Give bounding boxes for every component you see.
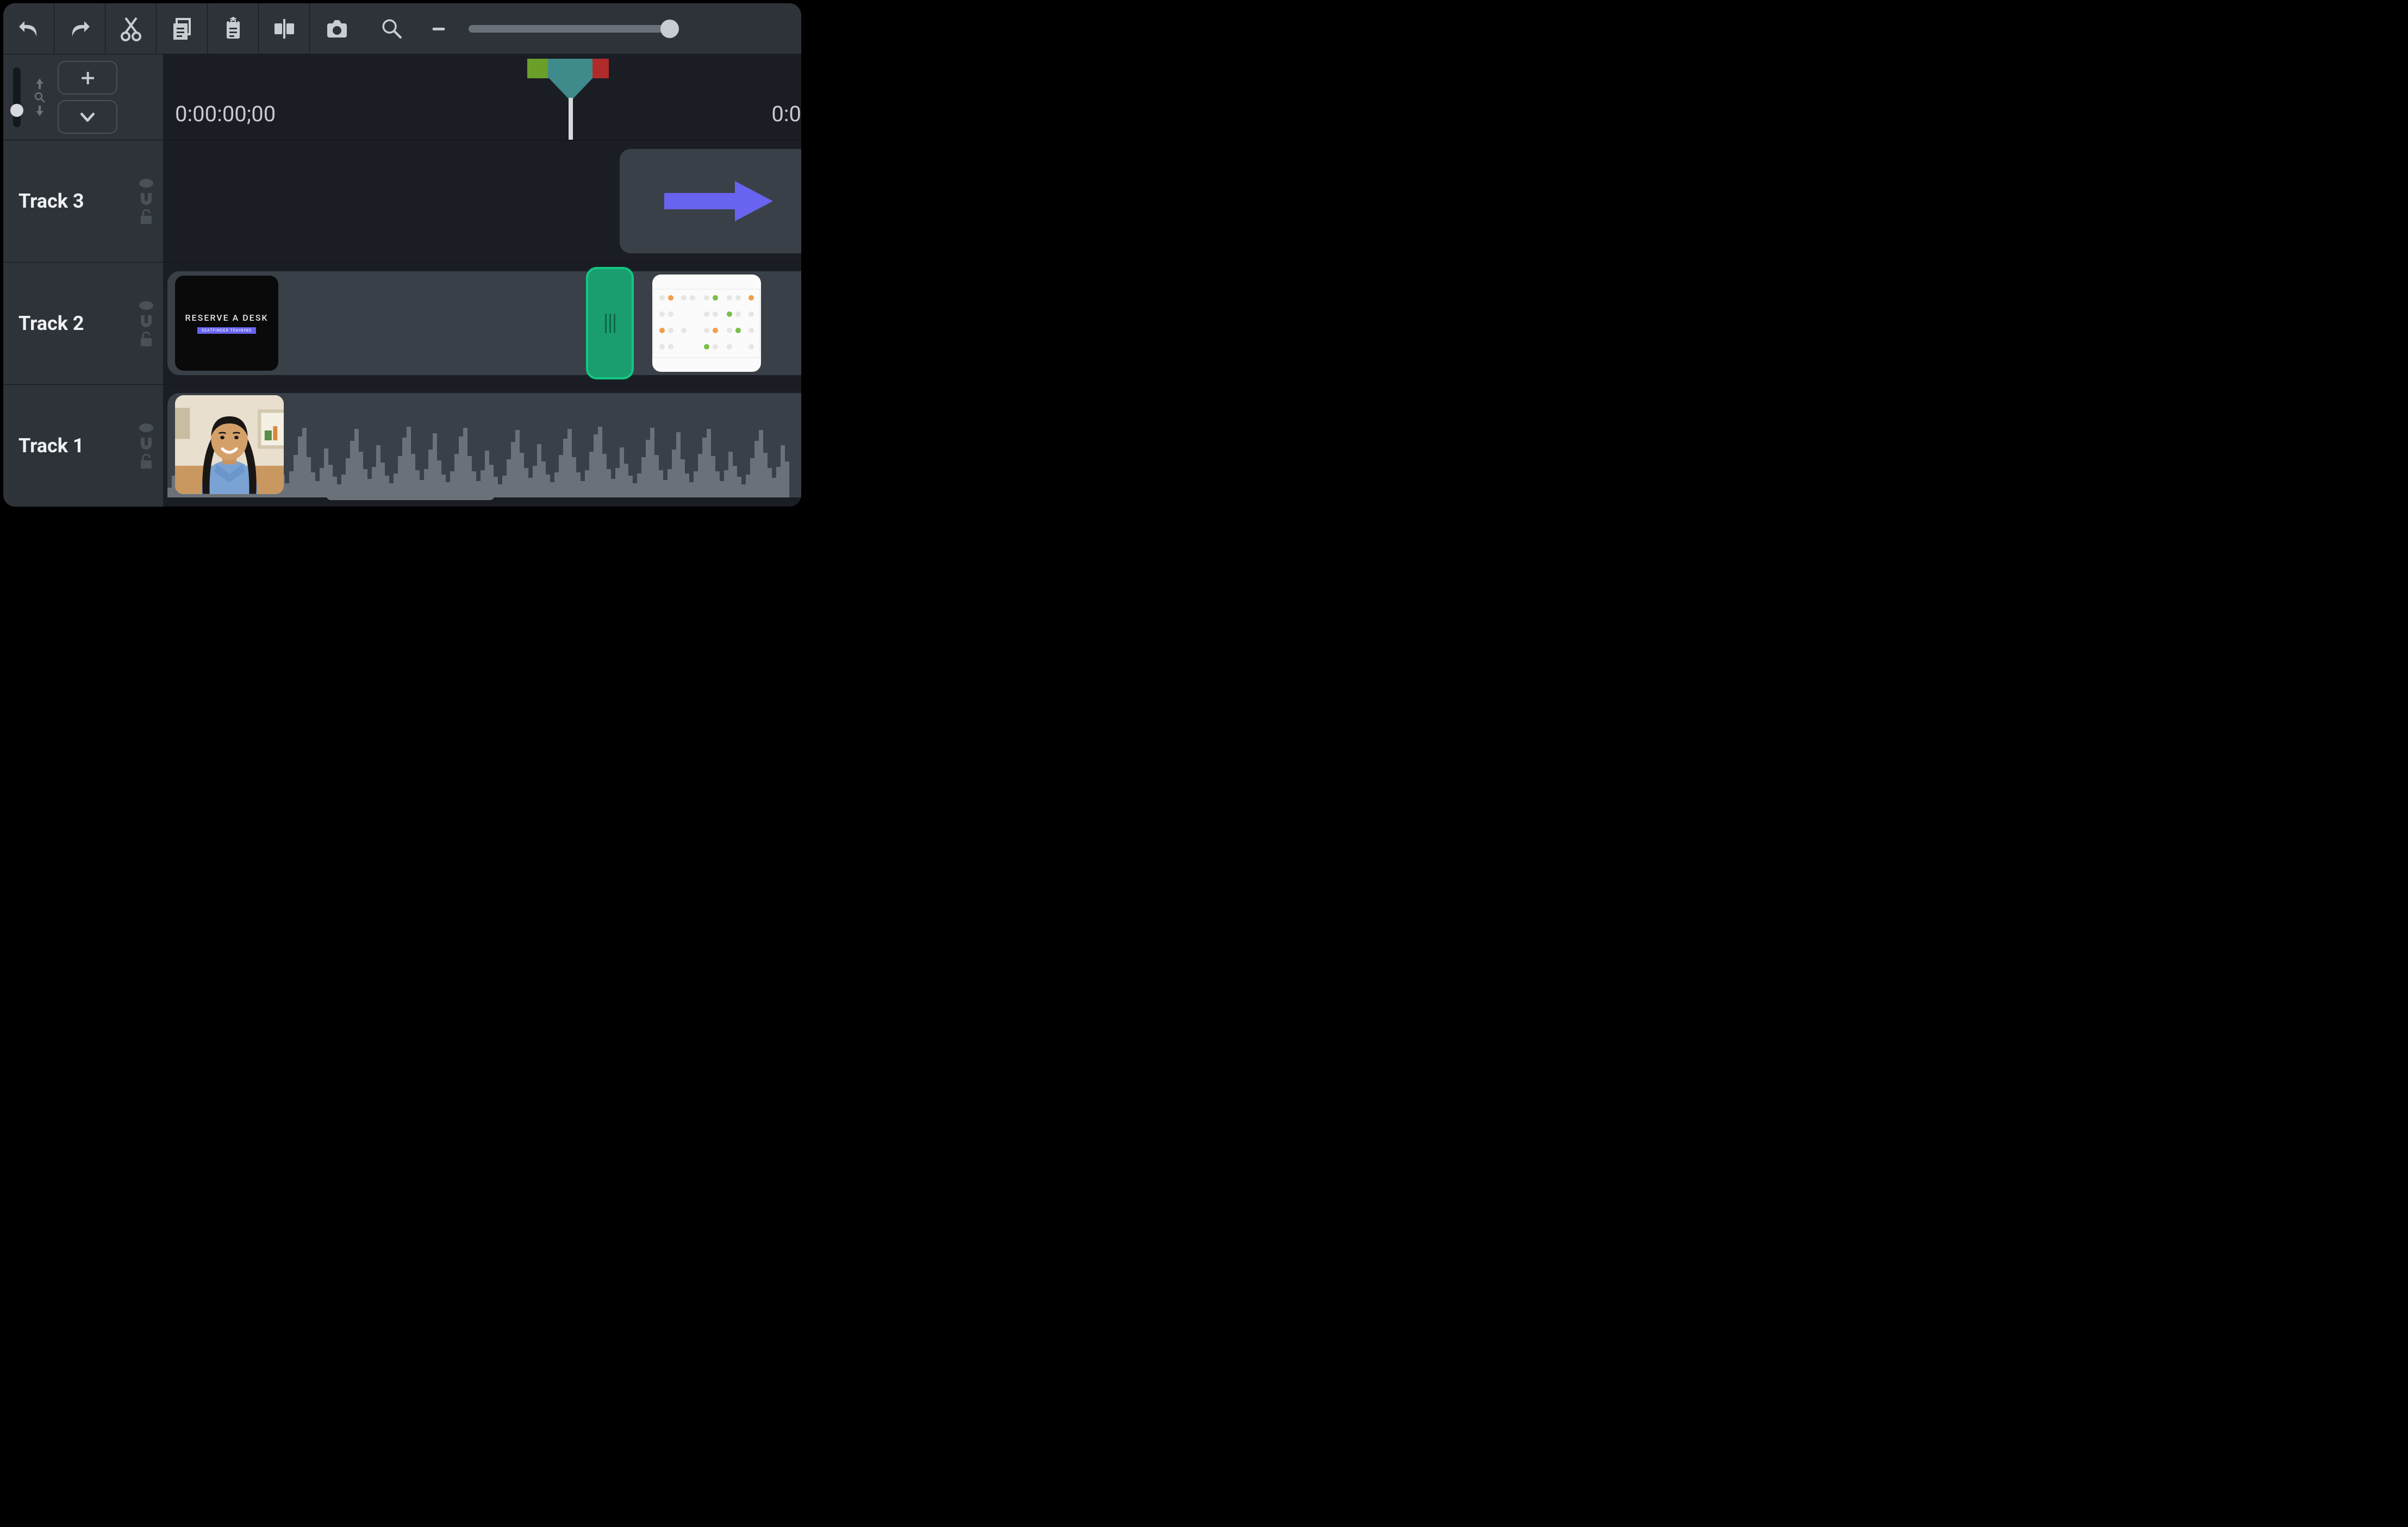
timecode-start: 0:00:00;00 — [163, 101, 276, 140]
playhead-top[interactable] — [548, 59, 592, 78]
arrow-down-icon — [33, 104, 47, 118]
add-track-button[interactable] — [58, 61, 117, 95]
magnifier-icon — [380, 17, 403, 40]
eye-icon[interactable] — [138, 178, 154, 189]
clip-transition-handle[interactable] — [586, 267, 634, 380]
marker-strip[interactable] — [527, 59, 609, 78]
track-header-3[interactable]: Track 3 — [3, 140, 163, 263]
track-height-slider[interactable] — [13, 67, 21, 127]
magnifier-small-icon — [33, 91, 46, 104]
split-button[interactable] — [259, 3, 310, 54]
sub-toolbar-left — [3, 54, 163, 140]
lock-open-icon[interactable] — [140, 209, 153, 225]
main-toolbar — [3, 3, 801, 54]
minus-icon — [429, 20, 448, 38]
zoom-tool-button[interactable] — [380, 17, 403, 40]
lock-open-icon[interactable] — [140, 454, 153, 469]
timeline-editor: 0:00:00;00 0:0 Track 3 Track 2 — [0, 0, 804, 510]
track-name: Track 1 — [18, 434, 127, 457]
split-icon — [271, 16, 297, 42]
snapshot-button[interactable] — [310, 3, 364, 54]
zoom-slider[interactable] — [469, 25, 670, 33]
sub-toolbar: 0:00:00;00 0:0 — [3, 54, 801, 140]
zoom-out-button[interactable] — [429, 20, 448, 38]
track-ops — [58, 61, 117, 134]
track-headers: Track 3 Track 2 Track 1 — [3, 140, 163, 507]
paste-button[interactable] — [208, 3, 259, 54]
chevron-down-icon — [79, 108, 96, 126]
undo-button[interactable] — [3, 3, 54, 54]
zoom-controls — [380, 17, 801, 40]
clip-title-card[interactable]: RESERVE A DESK SEATFINDER TRAINING — [175, 276, 278, 371]
grip-lines-icon — [605, 314, 615, 333]
copy-button[interactable] — [157, 3, 208, 54]
arrow-right-icon — [659, 177, 778, 226]
timecode-end-partial: 0:0 — [771, 101, 801, 127]
plus-icon — [79, 69, 96, 86]
eye-icon[interactable] — [138, 300, 154, 311]
track-controls — [138, 422, 154, 469]
redo-icon — [67, 16, 93, 42]
tracks-area: Track 3 Track 2 Track 1 — [3, 140, 801, 507]
track-header-2[interactable]: Track 2 — [3, 263, 163, 385]
magnet-icon[interactable] — [139, 314, 154, 328]
floorplan-icon — [652, 275, 761, 372]
marker-in[interactable] — [527, 59, 548, 78]
redo-button[interactable] — [54, 3, 105, 54]
eye-icon[interactable] — [138, 422, 154, 433]
track-controls — [138, 178, 154, 225]
track-name: Track 2 — [18, 312, 127, 335]
clip-video-thumb[interactable] — [175, 395, 284, 494]
track-lane-2[interactable]: RESERVE A DESK SEATFINDER TRAINING — [163, 263, 801, 385]
clip-arrow-annotation[interactable] — [620, 149, 801, 253]
marker-out[interactable] — [592, 59, 609, 78]
track-lanes: RESERVE A DESK SEATFINDER TRAINING — [163, 140, 801, 507]
vertical-zoom-icon — [33, 77, 47, 118]
person-avatar-icon — [175, 395, 284, 494]
cut-button[interactable] — [105, 3, 157, 54]
title-card-text: RESERVE A DESK — [185, 313, 269, 323]
expand-tracks-button[interactable] — [58, 100, 117, 134]
track-controls — [138, 300, 154, 347]
title-card-subtitle: SEATFINDER TRAINING — [197, 327, 256, 334]
playhead-line[interactable] — [569, 98, 573, 140]
camera-icon — [324, 16, 350, 42]
zoom-slider-thumb[interactable] — [660, 20, 679, 38]
track-lane-1[interactable] — [163, 384, 801, 507]
timeline-ruler[interactable]: 0:00:00;00 0:0 — [163, 54, 801, 140]
track-header-1[interactable]: Track 1 — [3, 385, 163, 507]
clipboard-icon — [220, 16, 246, 42]
track-lane-3[interactable] — [163, 140, 801, 263]
undo-icon — [16, 16, 42, 42]
scissors-icon — [118, 16, 144, 42]
track-name: Track 3 — [18, 190, 127, 213]
magnet-icon[interactable] — [139, 192, 154, 206]
magnet-icon[interactable] — [139, 437, 154, 451]
copy-icon — [169, 16, 195, 42]
arrow-up-icon — [33, 77, 47, 91]
lock-open-icon[interactable] — [140, 332, 153, 347]
track-height-thumb[interactable] — [10, 104, 23, 117]
clip-floorplan-thumb[interactable] — [652, 275, 761, 372]
